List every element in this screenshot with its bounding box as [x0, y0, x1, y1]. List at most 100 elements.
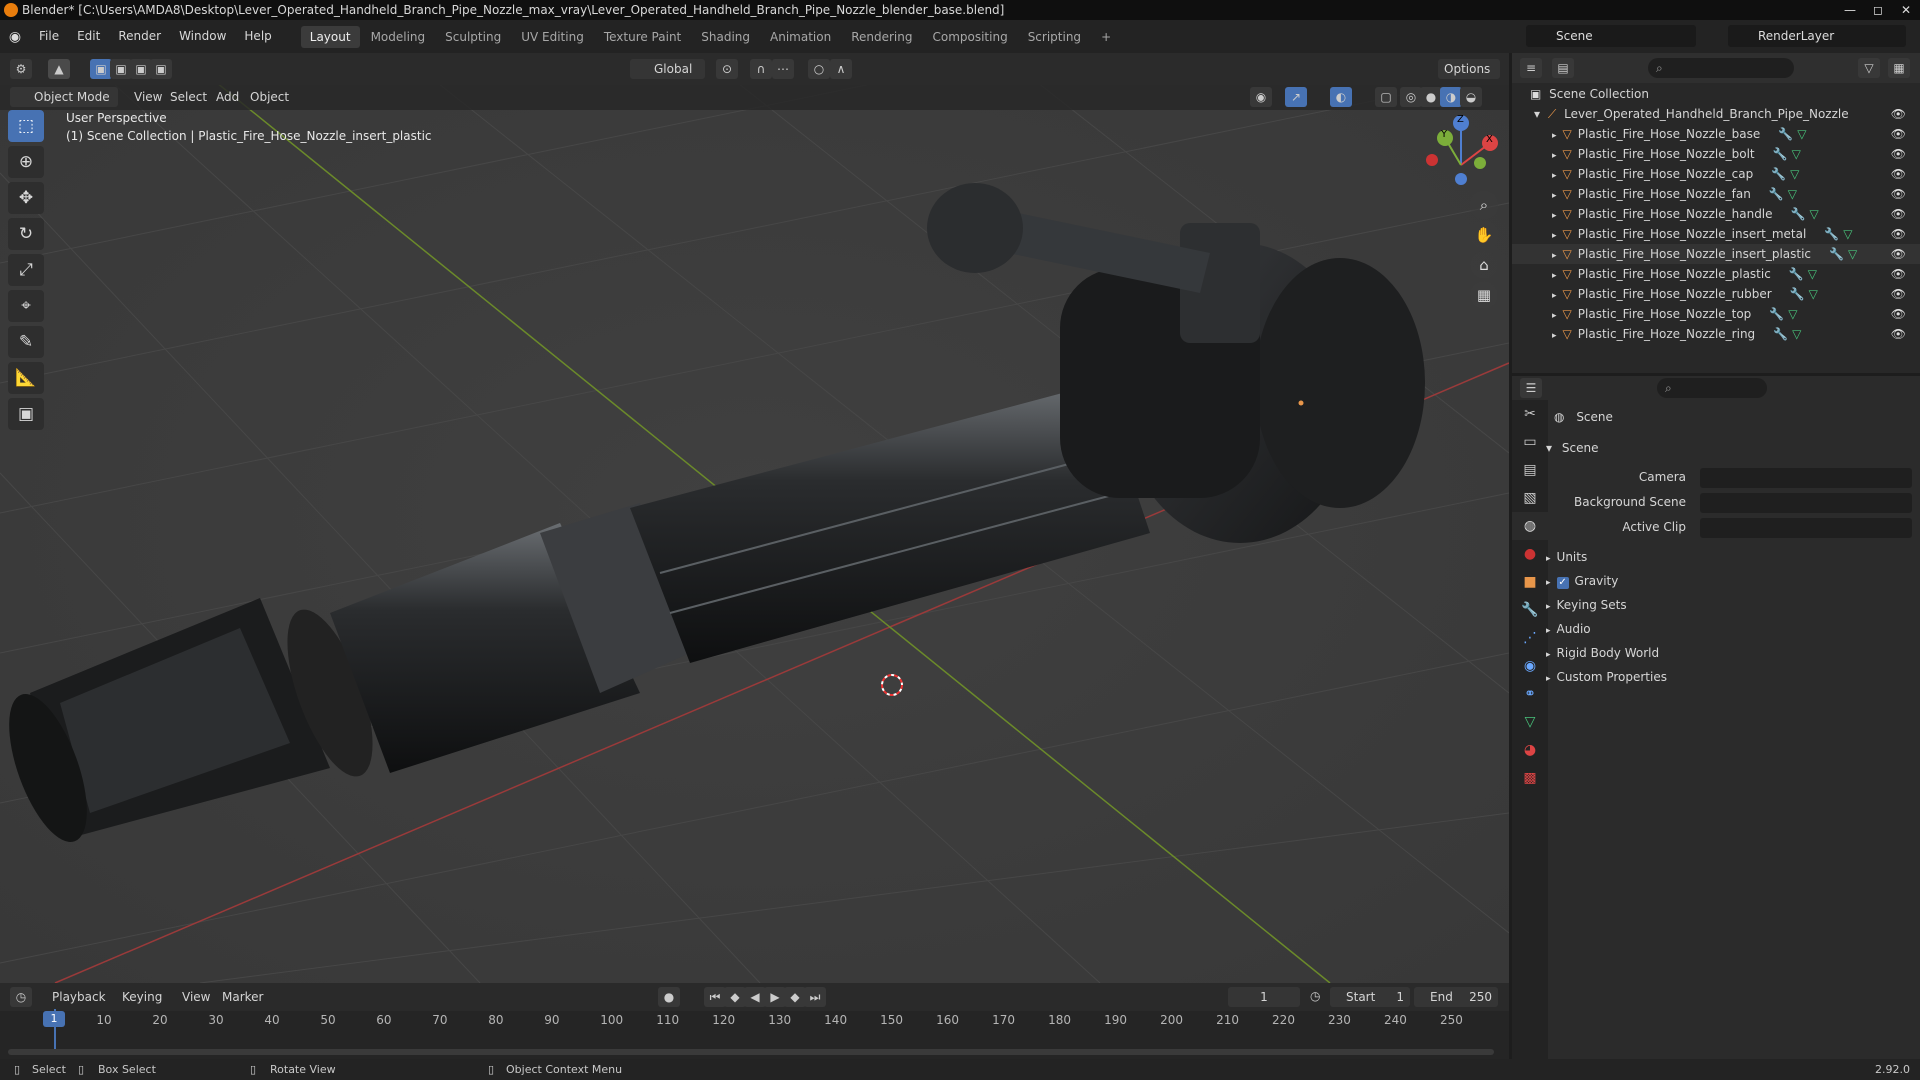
- record-icon[interactable]: ●: [658, 987, 680, 1007]
- active-clip-field[interactable]: [1700, 518, 1912, 538]
- pan-hand-icon[interactable]: ✋: [1470, 221, 1498, 249]
- tab-texture-paint[interactable]: Texture Paint: [595, 26, 690, 48]
- play-reverse-icon[interactable]: ◀: [744, 987, 766, 1007]
- section-expand-icon[interactable]: ▸: [1546, 626, 1551, 636]
- transform-tool-button[interactable]: ⌖: [8, 290, 44, 322]
- property-section-header[interactable]: ▸ Rigid Body World: [1546, 642, 1659, 664]
- scene-selector[interactable]: Scene: [1526, 25, 1696, 47]
- transform-orientation-dropdown[interactable]: Global: [630, 59, 705, 79]
- eye-icon[interactable]: 👁: [1891, 264, 1906, 284]
- xray-icon[interactable]: ▢: [1375, 87, 1397, 107]
- editor-type-icon[interactable]: ⚙: [10, 59, 32, 79]
- menu-view[interactable]: View: [128, 87, 168, 107]
- measure-tool-button[interactable]: 📐: [8, 362, 44, 394]
- move-tool-button[interactable]: ✥: [8, 182, 44, 214]
- display-mode-icon[interactable]: ▤: [1552, 58, 1574, 78]
- outliner-item[interactable]: ▸ ▽ Plastic_Fire_Hose_Nozzle_insert_metal 🔧…: [1512, 224, 1920, 244]
- outliner-item[interactable]: ▸ ▽ Plastic_Fire_Hose_Nozzle_plastic 🔧 ▽ 👁: [1512, 264, 1920, 284]
- menu-edit[interactable]: Edit: [68, 20, 109, 53]
- eye-icon[interactable]: 👁: [1891, 124, 1906, 144]
- section-expand-icon[interactable]: ▸: [1546, 650, 1551, 660]
- eye-icon[interactable]: 👁: [1891, 304, 1906, 324]
- property-section-header[interactable]: ▸ Audio: [1546, 618, 1591, 640]
- menu-select[interactable]: Select: [164, 87, 213, 107]
- modifier-icon[interactable]: 🔧: [1829, 247, 1844, 261]
- current-frame-field[interactable]: 1: [1228, 987, 1300, 1007]
- modifier-icon[interactable]: 🔧: [1769, 307, 1784, 321]
- new-collection-icon[interactable]: ▦: [1888, 58, 1910, 78]
- falloff-curve-icon[interactable]: ∧: [830, 59, 852, 79]
- modifier-icon[interactable]: 🔧: [1769, 187, 1784, 201]
- expand-arrow-icon[interactable]: ▸: [1552, 231, 1557, 241]
- eye-icon[interactable]: 👁: [1891, 164, 1906, 184]
- timeline-editor-icon[interactable]: ◷: [10, 987, 32, 1007]
- eye-icon[interactable]: 👁: [1891, 244, 1906, 264]
- physics-tab-icon[interactable]: ◉: [1512, 652, 1548, 680]
- property-section-header[interactable]: ▸ ✓ Gravity: [1546, 570, 1618, 592]
- section-expand-icon[interactable]: ▸: [1546, 602, 1551, 612]
- section-expand-icon[interactable]: ▸: [1546, 578, 1551, 588]
- section-expand-icon[interactable]: ▸: [1546, 674, 1551, 684]
- maximize-button[interactable]: ◻: [1864, 0, 1892, 20]
- shading-wireframe-icon[interactable]: ◎: [1400, 87, 1422, 107]
- mesh-data-icon[interactable]: ▽: [1792, 327, 1801, 341]
- snap-target-icon[interactable]: ⋯: [772, 59, 794, 79]
- shading-rendered-icon[interactable]: ◒: [1460, 87, 1482, 107]
- modifier-icon[interactable]: 🔧: [1790, 287, 1805, 301]
- close-button[interactable]: ✕: [1892, 0, 1920, 20]
- tab-uv-editing[interactable]: UV Editing: [512, 26, 593, 48]
- modifier-icon[interactable]: 🔧: [1778, 127, 1793, 141]
- select-box-extend-icon[interactable]: ▣: [110, 59, 132, 79]
- expand-arrow-icon[interactable]: ▸: [1552, 171, 1557, 181]
- select-box-new-icon[interactable]: ▣: [90, 59, 112, 79]
- properties-editor-icon[interactable]: ☰: [1520, 378, 1542, 398]
- expand-arrow-icon[interactable]: ▸: [1552, 271, 1557, 281]
- outliner-editor-icon[interactable]: ≡: [1520, 58, 1542, 78]
- outliner-item[interactable]: ▸ ▽ Plastic_Fire_Hose_Nozzle_fan 🔧 ▽ 👁: [1512, 184, 1920, 204]
- view-layer-tab-icon[interactable]: ▧: [1512, 484, 1548, 512]
- outliner-item[interactable]: ▸ ▽ Plastic_Fire_Hose_Nozzle_top 🔧 ▽ 👁: [1512, 304, 1920, 324]
- panel-expand-icon[interactable]: ▾: [1546, 441, 1552, 455]
- modifier-icon[interactable]: 🔧: [1824, 227, 1839, 241]
- mesh-data-icon[interactable]: ▽: [1797, 127, 1806, 141]
- menu-playback[interactable]: Playback: [46, 987, 112, 1007]
- mesh-data-icon[interactable]: ▽: [1843, 227, 1852, 241]
- tab-layout[interactable]: Layout: [300, 25, 360, 48]
- expand-arrow-icon[interactable]: ▸: [1552, 311, 1557, 321]
- background-scene-field[interactable]: [1700, 493, 1912, 513]
- outliner-item[interactable]: ▸ ▽ Plastic_Fire_Hose_Nozzle_cap 🔧 ▽ 👁: [1512, 164, 1920, 184]
- next-keyframe-icon[interactable]: ◆: [784, 987, 806, 1007]
- blender-menu-icon[interactable]: ◉: [0, 29, 30, 45]
- menu-marker[interactable]: Marker: [216, 987, 269, 1007]
- modifier-icon[interactable]: 🔧: [1773, 147, 1788, 161]
- mesh-data-icon[interactable]: ▽: [1808, 267, 1817, 281]
- modifier-icon[interactable]: 🔧: [1773, 327, 1788, 341]
- pivot-point-icon[interactable]: ⊙: [716, 59, 738, 79]
- menu-window[interactable]: Window: [170, 20, 235, 53]
- scene-panel-header[interactable]: ▾ Scene: [1546, 437, 1598, 459]
- particles-tab-icon[interactable]: ⋰: [1512, 624, 1548, 652]
- snap-magnet-icon[interactable]: ∩: [750, 59, 772, 79]
- property-section-header[interactable]: ▸ Custom Properties: [1546, 666, 1667, 688]
- menu-add[interactable]: Add: [210, 87, 245, 107]
- eye-icon[interactable]: 👁: [1891, 104, 1906, 124]
- expand-arrow-icon[interactable]: ▸: [1552, 131, 1557, 141]
- camera-field[interactable]: [1700, 468, 1912, 488]
- property-section-header[interactable]: ▸ Keying Sets: [1546, 594, 1627, 616]
- tab-scripting[interactable]: Scripting: [1019, 26, 1090, 48]
- jump-end-icon[interactable]: ⏭: [804, 987, 826, 1007]
- eye-icon[interactable]: 👁: [1891, 144, 1906, 164]
- visibility-eye-icon[interactable]: ◉: [1250, 87, 1272, 107]
- outliner-item[interactable]: ▸ ▽ Plastic_Fire_Hoze_Nozzle_ring 🔧 ▽ 👁: [1512, 324, 1920, 344]
- overlay-toggle-icon[interactable]: ◐: [1330, 87, 1352, 107]
- scale-tool-button[interactable]: ⤢: [8, 254, 44, 286]
- cursor-tool-button[interactable]: ⊕: [8, 146, 44, 178]
- expand-arrow-icon[interactable]: ▸: [1552, 191, 1557, 201]
- proportional-edit-icon[interactable]: ○: [808, 59, 830, 79]
- camera-view-icon[interactable]: ⌂: [1470, 251, 1498, 279]
- jump-start-icon[interactable]: ⏮: [704, 987, 726, 1007]
- eye-icon[interactable]: 👁: [1891, 224, 1906, 244]
- expand-arrow-icon[interactable]: ▾: [1534, 107, 1540, 121]
- outliner-item[interactable]: ▸ ▽ Plastic_Fire_Hose_Nozzle_rubber 🔧 ▽ 👁: [1512, 284, 1920, 304]
- tab-modeling[interactable]: Modeling: [362, 26, 435, 48]
